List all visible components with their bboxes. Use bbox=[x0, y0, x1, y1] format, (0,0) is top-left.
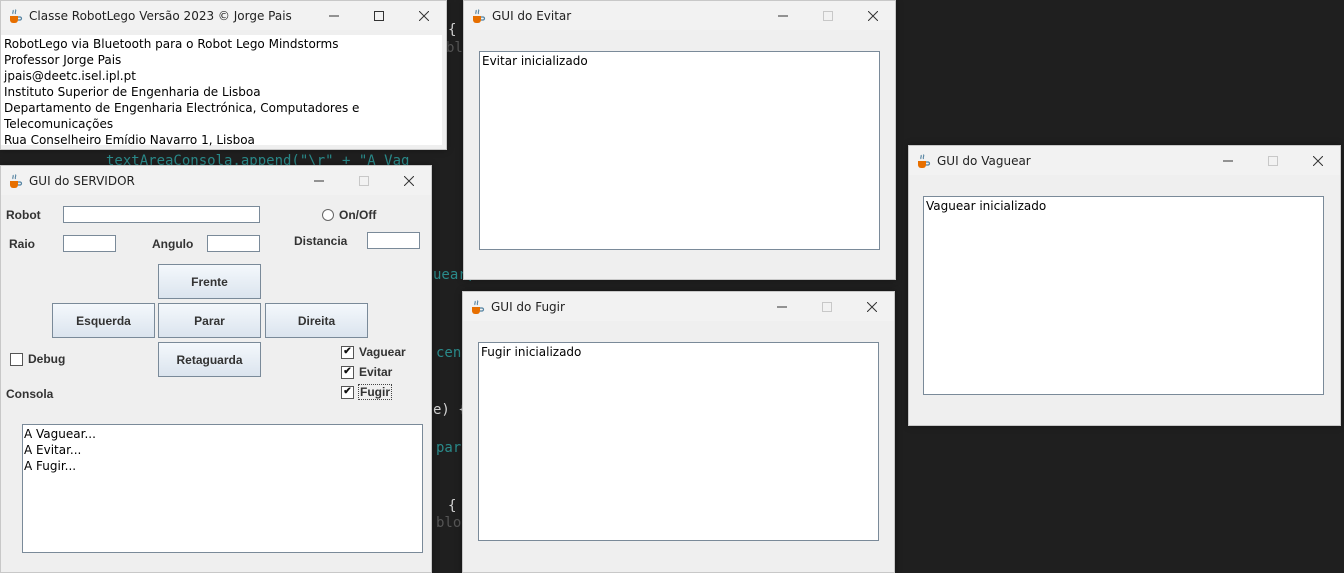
checkmark-icon: ✔ bbox=[341, 345, 354, 359]
java-cup-icon bbox=[7, 173, 23, 189]
vaguear-textarea[interactable]: Vaguear inicializado bbox=[923, 196, 1324, 395]
code-fragment: par bbox=[436, 440, 462, 456]
close-icon[interactable] bbox=[386, 166, 431, 195]
distancia-field[interactable] bbox=[367, 232, 420, 249]
debug-checkbox[interactable]: Debug bbox=[10, 352, 65, 366]
minimize-icon[interactable] bbox=[759, 292, 804, 321]
about-line: Rua Conselheiro Emídio Navarro 1, Lisboa bbox=[4, 133, 255, 147]
evitar-textarea[interactable]: Evitar inicializado bbox=[479, 51, 880, 250]
console-textarea[interactable]: A Vaguear... A Evitar... A Fugir... bbox=[22, 424, 423, 553]
title-bar[interactable]: GUI do Vaguear bbox=[909, 146, 1340, 175]
vaguear-window: GUI do Vaguear Vaguear inicializado bbox=[908, 145, 1341, 426]
title-bar[interactable]: GUI do Evitar bbox=[464, 1, 895, 30]
close-icon[interactable] bbox=[849, 292, 894, 321]
server-window: GUI do SERVIDOR Robot On/Off Raio Angulo… bbox=[0, 165, 432, 573]
fugir-textarea[interactable]: Fugir inicializado bbox=[478, 342, 879, 541]
angulo-label: Angulo bbox=[152, 237, 194, 251]
fugir-label: Fugir bbox=[358, 384, 392, 400]
maximize-icon bbox=[1250, 146, 1295, 175]
checkbox-box bbox=[10, 352, 23, 366]
close-icon[interactable] bbox=[401, 1, 446, 30]
fugir-window: GUI do Fugir Fugir inicializado bbox=[462, 291, 895, 573]
code-fragment: { bbox=[448, 498, 457, 514]
title-bar[interactable]: Classe RobotLego Versão 2023 © Jorge Pai… bbox=[1, 1, 446, 30]
fugir-checkbox[interactable]: ✔ Fugir bbox=[341, 384, 392, 400]
window-title: GUI do Vaguear bbox=[937, 153, 1031, 168]
maximize-icon bbox=[341, 166, 386, 195]
checkmark-icon: ✔ bbox=[341, 365, 354, 379]
parar-button[interactable]: Parar bbox=[158, 303, 261, 338]
esquerda-button[interactable]: Esquerda bbox=[52, 303, 155, 338]
consola-label: Consola bbox=[6, 387, 54, 401]
window-title: GUI do SERVIDOR bbox=[29, 173, 135, 188]
evitar-window: GUI do Evitar Evitar inicializado bbox=[463, 0, 896, 280]
onoff-label: On/Off bbox=[339, 208, 377, 222]
maximize-icon bbox=[804, 292, 849, 321]
window-title: GUI do Fugir bbox=[491, 299, 565, 314]
about-text: RobotLego via Bluetooth para o Robot Leg… bbox=[1, 35, 442, 147]
evitar-checkbox[interactable]: ✔ Evitar bbox=[341, 365, 392, 379]
raio-field[interactable] bbox=[63, 235, 116, 252]
raio-label: Raio bbox=[9, 237, 36, 251]
minimize-icon[interactable] bbox=[760, 1, 805, 30]
retaguarda-button[interactable]: Retaguarda bbox=[158, 342, 261, 377]
about-line: Instituto Superior de Engenharia de Lisb… bbox=[4, 85, 261, 99]
about-line: jpais@deetc.isel.ipl.pt bbox=[4, 69, 136, 83]
robot-label: Robot bbox=[6, 208, 41, 222]
code-fragment: blo bbox=[436, 515, 462, 531]
direita-button[interactable]: Direita bbox=[265, 303, 368, 338]
frente-button[interactable]: Frente bbox=[158, 264, 261, 299]
close-icon[interactable] bbox=[850, 1, 895, 30]
code-fragment: { bbox=[448, 22, 457, 38]
checkmark-icon: ✔ bbox=[341, 385, 354, 399]
console-line: A Vaguear... bbox=[24, 427, 96, 441]
console-line: A Fugir... bbox=[24, 459, 77, 473]
radio-circle bbox=[322, 209, 334, 221]
evitar-label: Evitar bbox=[359, 365, 393, 379]
minimize-icon[interactable] bbox=[1205, 146, 1250, 175]
maximize-icon[interactable] bbox=[356, 1, 401, 30]
title-bar[interactable]: GUI do Fugir bbox=[463, 292, 894, 321]
minimize-icon[interactable] bbox=[311, 1, 356, 30]
java-cup-icon bbox=[469, 299, 485, 315]
maximize-icon bbox=[805, 1, 850, 30]
window-title: Classe RobotLego Versão 2023 © Jorge Pai… bbox=[29, 8, 292, 23]
about-line: Professor Jorge Pais bbox=[4, 53, 122, 67]
close-icon[interactable] bbox=[1295, 146, 1340, 175]
console-line: A Evitar... bbox=[24, 443, 82, 457]
distancia-label: Distancia bbox=[294, 234, 348, 248]
about-line: Departamento de Engenharia Electrónica, … bbox=[4, 101, 360, 131]
about-line: RobotLego via Bluetooth para o Robot Leg… bbox=[4, 37, 339, 51]
debug-label: Debug bbox=[28, 352, 66, 366]
onoff-radio[interactable]: On/Off bbox=[322, 208, 376, 222]
vaguear-checkbox[interactable]: ✔ Vaguear bbox=[341, 345, 406, 359]
angulo-field[interactable] bbox=[207, 235, 260, 252]
java-cup-icon bbox=[470, 8, 486, 24]
java-cup-icon bbox=[915, 153, 931, 169]
vaguear-label: Vaguear bbox=[359, 345, 406, 359]
robot-field[interactable] bbox=[63, 206, 260, 223]
title-bar[interactable]: GUI do SERVIDOR bbox=[1, 166, 431, 195]
about-window: Classe RobotLego Versão 2023 © Jorge Pai… bbox=[0, 0, 447, 150]
minimize-icon[interactable] bbox=[296, 166, 341, 195]
java-cup-icon bbox=[7, 8, 23, 24]
window-title: GUI do Evitar bbox=[492, 8, 572, 23]
